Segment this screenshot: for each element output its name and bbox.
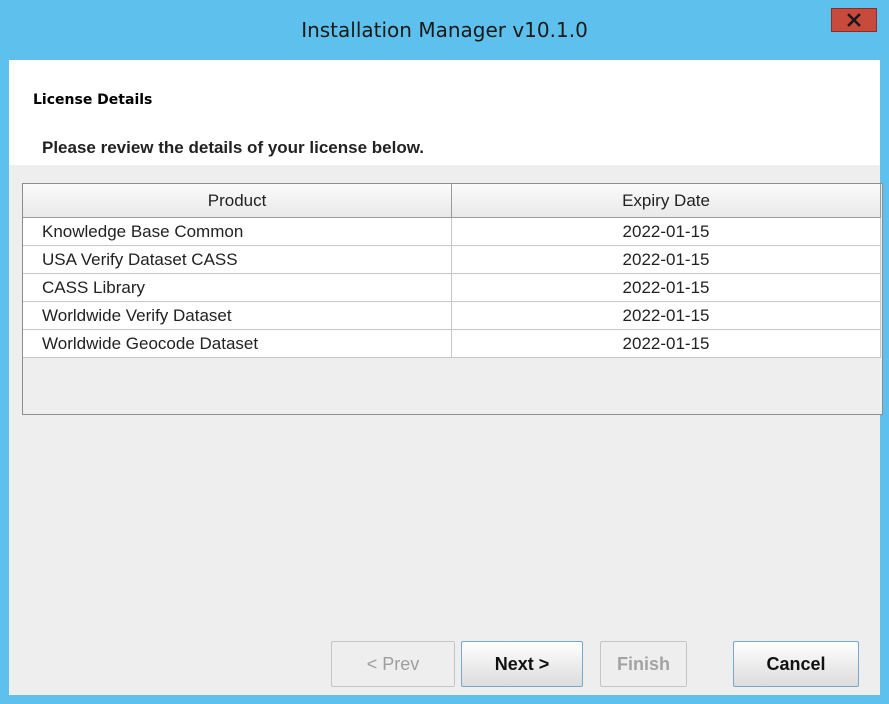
product-cell: Worldwide Geocode Dataset — [23, 329, 453, 358]
page-description: Please review the details of your licens… — [42, 138, 425, 157]
expiry-date-cell: 2022-01-15 — [451, 245, 881, 274]
table-row[interactable]: Knowledge Base Common 2022-01-15 — [23, 217, 881, 246]
table-row[interactable]: USA Verify Dataset CASS 2022-01-15 — [23, 245, 881, 274]
column-header-expiry-date[interactable]: Expiry Date — [451, 184, 881, 218]
expiry-date-cell: 2022-01-15 — [451, 273, 881, 302]
cancel-button[interactable]: Cancel — [733, 641, 859, 687]
table-row[interactable]: Worldwide Verify Dataset 2022-01-15 — [23, 301, 881, 330]
page-title: License Details — [33, 92, 153, 108]
close-button[interactable] — [831, 8, 877, 32]
expiry-date-cell: 2022-01-15 — [451, 301, 881, 330]
product-cell: Knowledge Base Common — [23, 217, 453, 246]
window-title: Installation Manager v10.1.0 — [301, 18, 588, 42]
installer-window: Installation Manager v10.1.0 License Det… — [0, 0, 889, 704]
dialog-content: License Details Please review the detail… — [9, 60, 883, 695]
expiry-date-cell: 2022-01-15 — [451, 217, 881, 246]
title-bar[interactable]: Installation Manager v10.1.0 — [0, 0, 889, 60]
table-header-row: Product Expiry Date — [23, 184, 881, 218]
license-table-panel: Product Expiry Date Knowledge Base Commo… — [22, 183, 883, 415]
product-cell: Worldwide Verify Dataset — [23, 301, 453, 330]
finish-button[interactable]: Finish — [600, 641, 687, 687]
product-cell: USA Verify Dataset CASS — [23, 245, 453, 274]
table-row[interactable]: Worldwide Geocode Dataset 2022-01-15 — [23, 329, 881, 358]
close-icon — [847, 13, 861, 27]
license-table: Product Expiry Date Knowledge Base Commo… — [23, 184, 881, 358]
prev-button[interactable]: < Prev — [331, 641, 455, 687]
expiry-date-cell: 2022-01-15 — [451, 329, 881, 358]
column-header-product[interactable]: Product — [23, 184, 453, 218]
next-button[interactable]: Next > — [461, 641, 583, 687]
product-cell: CASS Library — [23, 273, 453, 302]
table-row[interactable]: CASS Library 2022-01-15 — [23, 273, 881, 302]
header-panel: License Details Please review the detail… — [9, 60, 880, 165]
